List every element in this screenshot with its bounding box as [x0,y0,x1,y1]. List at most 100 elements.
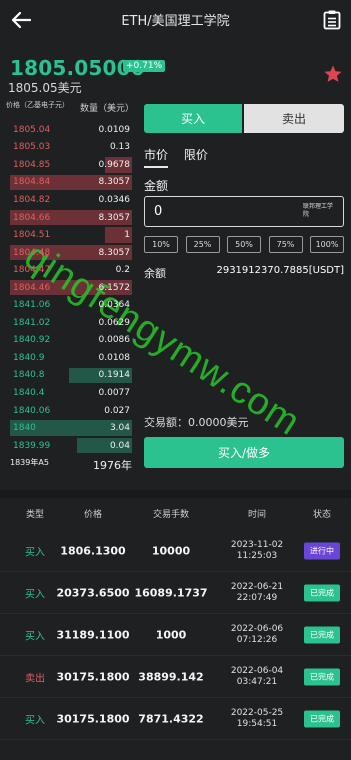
order-list-icon[interactable] [323,10,341,30]
tab-market[interactable]: 市价 [144,148,169,168]
orderbook-buy-row[interactable]: 1841.02 0.0629 [10,314,132,332]
history-price: 20373.6500 [56,586,130,599]
price-usd: 1805.05美元 [8,81,82,95]
orderbook-qty: 0.0346 [98,194,131,205]
orderbook-buy-row[interactable]: 1840.92 0.0086 [10,332,132,350]
orderbook-qty: 0.0086 [98,335,131,346]
history-list: 买入 1806.1300 10000 2023-11-02 11:25:03 进行中 买入 2… [0,530,351,740]
history-row[interactable]: 卖出 30175.1800 38899.142 2022-06-04 03:47:21 已… [0,656,351,698]
orderbook-buy-row[interactable]: 1839.99 0.04 [10,437,132,455]
tab-limit[interactable]: 限价 [184,148,208,162]
history-status-badge: 已完成 [304,584,340,601]
history-date: 2022-05-25 [230,707,284,718]
orderbook-price: 1840.9 [13,352,45,363]
orderbook-price: 1840.4 [13,387,45,398]
orderbook-price: 1804.46 [13,282,51,293]
orderbook-sell-row[interactable]: 1804.85 0.9678 [10,156,132,174]
history-date: 2022-06-21 [230,581,284,592]
history-type: 买入 [25,589,45,600]
orderbook-sell-row[interactable]: 1804.84 8.3057 [10,174,132,192]
orderbook-sell-row[interactable]: 1804.48 8.3057 [10,244,132,262]
history-price: 1806.1300 [60,544,126,557]
orderbook-sell-row[interactable]: 1804.66 8.3057 [10,209,132,227]
history-row[interactable]: 买入 31189.1100 1000 2022-06-06 07:12:26 已完成 [0,614,351,656]
history-col-status: 状态 [312,510,332,520]
orderbook-price: 1840.92 [13,335,51,346]
history-qty: 38899.142 [138,670,204,683]
orderbook: 1805.04 0.0109 1805.03 0.13 1804.85 0.9678 180… [10,121,132,454]
percent-button[interactable]: 75% [268,236,303,253]
orderbook-buy-row[interactable]: 1840.06 0.027 [10,402,132,420]
orderbook-price: 1804.66 [13,212,51,223]
tab-buy[interactable]: 买入 [144,104,242,133]
percent-button[interactable]: 100% [310,236,344,253]
history-col-time: 时间 [247,510,267,520]
orderbook-price: 1804.51 [13,230,51,241]
history-price: 31189.1100 [56,628,130,641]
history-type: 买入 [25,547,45,558]
history-time: 2023-11-02 11:25:03 [231,540,283,562]
orderbook-last-volume: 1976年 [93,459,132,472]
orderbook-sell-row[interactable]: 1804.82 0.0346 [10,191,132,209]
orderbook-price: 1805.03 [13,142,51,153]
history-time: 2022-06-06 07:12:26 [231,624,283,646]
history-clock: 19:54:51 [236,718,278,729]
orderbook-sell-row[interactable]: 1805.03 0.13 [10,139,132,157]
orderbook-price: 1840 [13,423,36,434]
history-clock: 03:47:21 [236,676,278,687]
orderbook-price: 1804.84 [13,177,51,188]
orderbook-qty: 0.1914 [98,370,131,381]
history-col-type: 类型 [25,510,45,520]
orderbook-buy-row[interactable]: 1840.9 0.0108 [10,349,132,367]
orderbook-buy-row[interactable]: 1840.8 0.1914 [10,367,132,385]
orderbook-buy-row[interactable]: 1841.06 0.0364 [10,296,132,314]
percent-button[interactable]: 50% [227,236,261,253]
orderbook-price: 1804.82 [13,194,51,205]
top-bar: ETH/美国理工学院 [0,0,351,40]
orderbook-sell-row[interactable]: 1804.51 1 [10,226,132,244]
tab-sell[interactable]: 卖出 [244,104,344,133]
history-clock: 11:25:03 [236,550,278,561]
history-time: 2022-05-25 19:54:51 [231,708,283,730]
orderbook-qty: 8.3057 [98,177,131,188]
side-tabs: 买入 卖出 [144,104,344,133]
history-type: 买入 [25,715,45,726]
orderbook-price: 1804.85 [13,159,51,170]
orderbook-buy-row[interactable]: 1840.4 0.0077 [10,384,132,402]
orderbook-sell-row[interactable]: 1804.46 6.1572 [10,279,132,297]
change-badge: +0.71% [123,60,166,72]
balance-value: 2931912370.7885[USDT] [216,265,344,276]
buy-long-button[interactable]: 买入/做多 [144,437,344,468]
history-date: 2022-06-04 [230,665,284,676]
page-title: ETH/美国理工学院 [121,14,230,29]
amount-value: 0 [154,204,163,219]
orderbook-qty: 0.13 [109,142,130,153]
amount-input[interactable]: 0 联邦理工学院 [144,196,344,227]
history-date: 2023-11-02 [230,539,284,550]
orderbook-qty: 0.0108 [98,352,131,363]
history-time: 2022-06-04 03:47:21 [231,666,283,688]
orderbook-sell-row[interactable]: 1804.47 0.2 [10,261,132,279]
percent-button[interactable]: 25% [185,236,220,253]
orderbook-last-price: 1839年A5 [10,458,49,467]
history-row[interactable]: 买入 1806.1300 10000 2023-11-02 11:25:03 进行中 [0,530,351,572]
history-qty: 1000 [155,628,187,641]
orderbook-qty: 1 [124,230,130,241]
history-clock: 07:12:26 [236,634,278,645]
orderbook-buy-row[interactable]: 1840 3.04 [10,419,132,437]
history-qty: 16089.1737 [134,586,208,599]
orderbook-qty: 0.04 [109,440,130,451]
history-date: 2022-06-06 [230,623,284,634]
ticker: 1805.05000 +0.71% [10,56,166,80]
history-status-badge: 已完成 [304,626,340,643]
history-row[interactable]: 买入 30175.1800 7871.4322 2022-05-25 19:54:51 已… [0,698,351,740]
orderbook-sell-row[interactable]: 1805.04 0.0109 [10,121,132,139]
percent-button[interactable]: 10% [144,236,178,253]
favorite-star-icon[interactable] [323,64,343,84]
orderbook-price: 1839.99 [13,440,51,451]
history-row[interactable]: 买入 20373.6500 16089.1737 2022-06-21 22:07:49… [0,572,351,614]
balance-label: 余额 [144,267,166,280]
orderbook-qty: 0.0364 [98,300,131,311]
section-divider [0,490,351,498]
orderbook-price: 1805.04 [13,124,51,135]
